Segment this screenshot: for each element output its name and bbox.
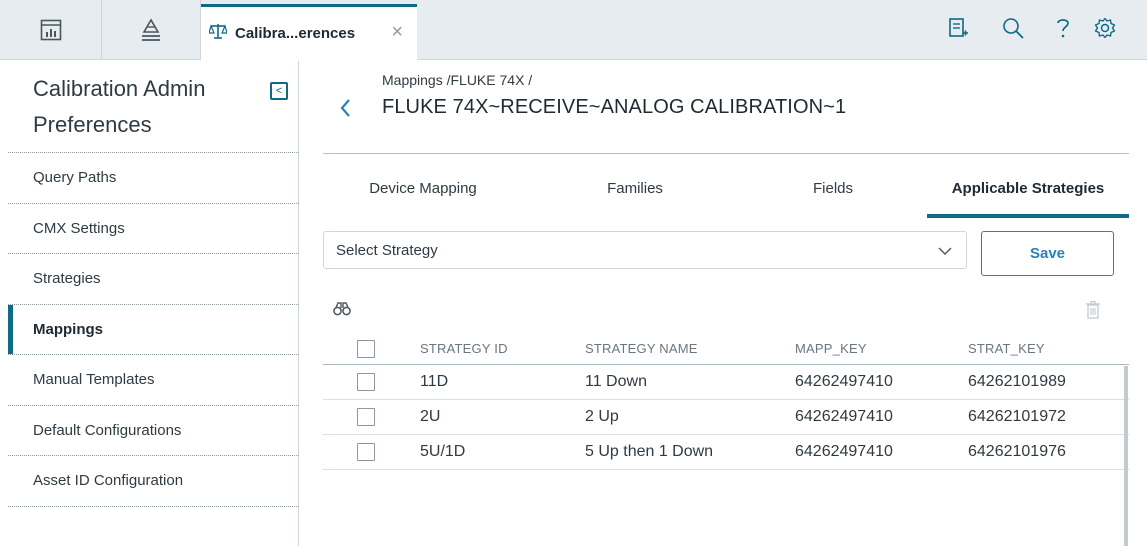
tab-calibration-admin[interactable]: Calibra...erences ×	[201, 4, 417, 60]
strat-key-cell: 64262101976	[968, 443, 1066, 460]
search-button[interactable]	[993, 0, 1033, 60]
strategies-table: STRATEGY ID STRATEGY NAME MAPP_KEY STRAT…	[323, 333, 1129, 470]
tab-device-mapping[interactable]: Device Mapping	[323, 172, 523, 218]
row-checkbox[interactable]	[357, 373, 375, 391]
strat-key-cell: 64262101989	[968, 373, 1066, 390]
settings-button[interactable]	[1085, 0, 1125, 60]
sidebar-list: Query Paths CMX Settings Strategies Mapp…	[8, 152, 299, 507]
strategy-name-cell: 2 Up	[585, 408, 619, 425]
strat-key-cell: 64262101972	[968, 408, 1066, 425]
column-header-strategy-id[interactable]: STRATEGY ID	[420, 333, 508, 364]
tab-bar: Device Mapping Families Fields Applicabl…	[323, 172, 1129, 218]
tab-applicable-strategies[interactable]: Applicable Strategies	[927, 172, 1129, 218]
table-row[interactable]: 5U/1D 5 Up then 1 Down 64262497410 64262…	[323, 435, 1129, 470]
column-header-mapp-key[interactable]: MAPP_KEY	[795, 333, 867, 364]
report-add-icon	[948, 17, 968, 44]
sidebar-item-strategies[interactable]: Strategies	[8, 254, 299, 305]
hierarchy-button[interactable]	[102, 0, 201, 60]
strategy-id-cell: 11D	[420, 373, 449, 390]
sidebar-title: Calibration Admin Preferences	[33, 76, 206, 137]
strategy-id-cell: 2U	[420, 408, 441, 425]
help-button[interactable]	[1043, 0, 1083, 60]
back-icon[interactable]	[338, 96, 354, 120]
tab-label: Calibra...erences	[235, 25, 356, 42]
save-button[interactable]: Save	[981, 231, 1114, 276]
dashboard-icon	[40, 19, 62, 41]
strategy-select[interactable]: Select Strategy	[323, 231, 967, 269]
table-scrollbar[interactable]	[1124, 366, 1128, 546]
sidebar-item-manual-templates[interactable]: Manual Templates	[8, 355, 299, 406]
row-checkbox[interactable]	[357, 443, 375, 461]
chevron-down-icon	[938, 243, 952, 260]
scale-icon	[208, 23, 228, 44]
tab-fields[interactable]: Fields	[733, 172, 933, 218]
sidebar-item-cmx-settings[interactable]: CMX Settings	[8, 204, 299, 254]
sidebar-item-mappings[interactable]: Mappings	[8, 304, 299, 355]
breadcrumb[interactable]: Mappings /FLUKE 74X /	[382, 72, 532, 88]
top-bar: Calibra...erences ×	[0, 0, 1147, 60]
dashboard-button[interactable]	[0, 0, 102, 60]
trash-icon[interactable]	[1085, 300, 1101, 325]
search-icon	[1002, 17, 1024, 44]
report-add-button[interactable]	[938, 0, 978, 60]
column-header-strategy-name[interactable]: STRATEGY NAME	[585, 333, 698, 364]
table-header: STRATEGY ID STRATEGY NAME MAPP_KEY STRAT…	[323, 333, 1129, 365]
mapp-key-cell: 64262497410	[795, 373, 893, 390]
strategy-name-cell: 5 Up then 1 Down	[585, 443, 714, 460]
row-checkbox[interactable]	[357, 408, 375, 426]
strategy-select-value: Select Strategy	[336, 241, 438, 259]
table-row[interactable]: 2U 2 Up 64262497410 64262101972	[323, 400, 1129, 435]
mapp-key-cell: 64262497410	[795, 443, 893, 460]
page-title: FLUKE 74X~RECEIVE~ANALOG CALIBRATION~1	[382, 96, 847, 118]
help-icon	[1056, 17, 1070, 44]
find-icon[interactable]	[333, 302, 351, 321]
hierarchy-icon	[141, 18, 161, 42]
sidebar-item-asset-id-configuration[interactable]: Asset ID Configuration	[8, 456, 299, 507]
strategy-id-cell: 5U/1D	[420, 443, 466, 460]
gear-icon	[1094, 17, 1116, 44]
close-icon[interactable]: ×	[391, 21, 403, 44]
sidebar-item-query-paths[interactable]: Query Paths	[8, 153, 299, 204]
column-header-strat-key[interactable]: STRAT_KEY	[968, 333, 1045, 364]
strategy-name-cell: 11 Down	[585, 373, 647, 390]
table-row[interactable]: 11D 11 Down 64262497410 64262101989	[323, 365, 1129, 400]
select-all-checkbox[interactable]	[357, 340, 375, 358]
sidebar: Calibration Admin Preferences < Query Pa…	[0, 61, 299, 546]
tab-families[interactable]: Families	[535, 172, 735, 218]
collapse-icon[interactable]: <	[270, 82, 288, 100]
title-divider	[323, 153, 1129, 154]
sidebar-item-default-configurations[interactable]: Default Configurations	[8, 406, 299, 456]
mapp-key-cell: 64262497410	[795, 408, 893, 425]
